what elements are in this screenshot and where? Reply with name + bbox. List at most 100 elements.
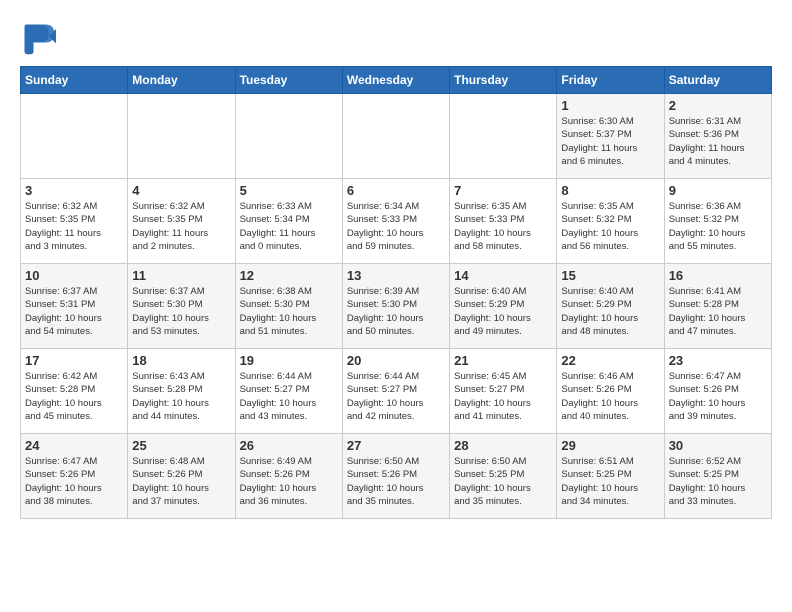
day-number: 14 — [454, 268, 552, 283]
calendar-cell — [128, 94, 235, 179]
weekday-header-thursday: Thursday — [450, 67, 557, 94]
calendar-cell — [235, 94, 342, 179]
day-info: Sunrise: 6:47 AM Sunset: 5:26 PM Dayligh… — [669, 370, 767, 423]
calendar-cell: 19 Sunrise: 6:44 AM Sunset: 5:27 PM Dayli… — [235, 349, 342, 434]
day-number: 25 — [132, 438, 230, 453]
day-info: Sunrise: 6:48 AM Sunset: 5:26 PM Dayligh… — [132, 455, 230, 508]
day-number: 8 — [561, 183, 659, 198]
day-info: Sunrise: 6:50 AM Sunset: 5:25 PM Dayligh… — [454, 455, 552, 508]
calendar-cell: 18Sunrise: 6:43 AM Sunset: 5:28 PM Dayli… — [128, 349, 235, 434]
calendar-cell: 7 Sunrise: 6:35 AM Sunset: 5:33 PM Daylig… — [450, 179, 557, 264]
calendar-cell: 29 Sunrise: 6:51 AM Sunset: 5:25 PM Dayli… — [557, 434, 664, 519]
day-info: Sunrise: 6:39 AM Sunset: 5:30 PM Dayligh… — [347, 285, 445, 338]
calendar-cell: 25 Sunrise: 6:48 AM Sunset: 5:26 PM Dayli… — [128, 434, 235, 519]
day-info: Sunrise: 6:47 AM Sunset: 5:26 PM Dayligh… — [25, 455, 123, 508]
calendar-cell: 30 Sunrise: 6:52 AM Sunset: 5:25 PM Dayli… — [664, 434, 771, 519]
day-info: Sunrise: 6:37 AM Sunset: 5:30 PM Dayligh… — [132, 285, 230, 338]
calendar-cell: 20 Sunrise: 6:44 AM Sunset: 5:27 PM Dayli… — [342, 349, 449, 434]
day-number: 1 — [561, 98, 659, 113]
day-info: Sunrise: 6:38 AM Sunset: 5:30 PM Dayligh… — [240, 285, 338, 338]
weekday-header-saturday: Saturday — [664, 67, 771, 94]
day-info: Sunrise: 6:30 AM Sunset: 5:37 PM Dayligh… — [561, 115, 659, 168]
day-number: 13 — [347, 268, 445, 283]
calendar-cell: 13 Sunrise: 6:39 AM Sunset: 5:30 PM Dayli… — [342, 264, 449, 349]
day-info: Sunrise: 6:31 AM Sunset: 5:36 PM Dayligh… — [669, 115, 767, 168]
weekday-header-monday: Monday — [128, 67, 235, 94]
day-info: Sunrise: 6:32 AM Sunset: 5:35 PM Dayligh… — [132, 200, 230, 253]
day-number: 10 — [25, 268, 123, 283]
calendar-cell: 8Sunrise: 6:35 AM Sunset: 5:32 PM Daylig… — [557, 179, 664, 264]
calendar-cell: 28 Sunrise: 6:50 AM Sunset: 5:25 PM Dayli… — [450, 434, 557, 519]
calendar-cell: 14 Sunrise: 6:40 AM Sunset: 5:29 PM Dayli… — [450, 264, 557, 349]
day-number: 21 — [454, 353, 552, 368]
calendar-cell: 2 Sunrise: 6:31 AM Sunset: 5:36 PM Daylig… — [664, 94, 771, 179]
calendar-cell: 23 Sunrise: 6:47 AM Sunset: 5:26 PM Dayli… — [664, 349, 771, 434]
day-number: 29 — [561, 438, 659, 453]
day-info: Sunrise: 6:37 AM Sunset: 5:31 PM Dayligh… — [25, 285, 123, 338]
calendar-cell: 10 Sunrise: 6:37 AM Sunset: 5:31 PM Dayli… — [21, 264, 128, 349]
day-info: Sunrise: 6:44 AM Sunset: 5:27 PM Dayligh… — [347, 370, 445, 423]
day-number: 11 — [132, 268, 230, 283]
day-number: 19 — [240, 353, 338, 368]
calendar-week-row: 1 Sunrise: 6:30 AM Sunset: 5:37 PM Daylig… — [21, 94, 772, 179]
calendar-week-row: 17 Sunrise: 6:42 AM Sunset: 5:28 PM Dayli… — [21, 349, 772, 434]
day-info: Sunrise: 6:51 AM Sunset: 5:25 PM Dayligh… — [561, 455, 659, 508]
day-info: Sunrise: 6:42 AM Sunset: 5:28 PM Dayligh… — [25, 370, 123, 423]
day-number: 26 — [240, 438, 338, 453]
day-number: 17 — [25, 353, 123, 368]
day-info: Sunrise: 6:40 AM Sunset: 5:29 PM Dayligh… — [561, 285, 659, 338]
day-info: Sunrise: 6:46 AM Sunset: 5:26 PM Dayligh… — [561, 370, 659, 423]
calendar-cell: 11 Sunrise: 6:37 AM Sunset: 5:30 PM Dayli… — [128, 264, 235, 349]
day-number: 27 — [347, 438, 445, 453]
calendar-week-row: 10 Sunrise: 6:37 AM Sunset: 5:31 PM Dayli… — [21, 264, 772, 349]
day-info: Sunrise: 6:36 AM Sunset: 5:32 PM Dayligh… — [669, 200, 767, 253]
day-info: Sunrise: 6:35 AM Sunset: 5:33 PM Dayligh… — [454, 200, 552, 253]
calendar-cell — [450, 94, 557, 179]
page-header — [20, 20, 772, 56]
day-number: 23 — [669, 353, 767, 368]
calendar-cell: 1 Sunrise: 6:30 AM Sunset: 5:37 PM Daylig… — [557, 94, 664, 179]
day-info: Sunrise: 6:45 AM Sunset: 5:27 PM Dayligh… — [454, 370, 552, 423]
calendar-cell: 21 Sunrise: 6:45 AM Sunset: 5:27 PM Dayli… — [450, 349, 557, 434]
calendar-cell: 17 Sunrise: 6:42 AM Sunset: 5:28 PM Dayli… — [21, 349, 128, 434]
calendar-cell: 12 Sunrise: 6:38 AM Sunset: 5:30 PM Dayli… — [235, 264, 342, 349]
logo — [20, 20, 60, 56]
calendar-cell: 16Sunrise: 6:41 AM Sunset: 5:28 PM Dayli… — [664, 264, 771, 349]
calendar-table: SundayMondayTuesdayWednesdayThursdayFrid… — [20, 66, 772, 519]
calendar-cell: 24 Sunrise: 6:47 AM Sunset: 5:26 PM Dayli… — [21, 434, 128, 519]
day-number: 12 — [240, 268, 338, 283]
weekday-header-tuesday: Tuesday — [235, 67, 342, 94]
day-number: 5 — [240, 183, 338, 198]
day-info: Sunrise: 6:52 AM Sunset: 5:25 PM Dayligh… — [669, 455, 767, 508]
calendar-week-row: 3Sunrise: 6:32 AM Sunset: 5:35 PM Daylig… — [21, 179, 772, 264]
day-number: 7 — [454, 183, 552, 198]
day-number: 20 — [347, 353, 445, 368]
day-info: Sunrise: 6:40 AM Sunset: 5:29 PM Dayligh… — [454, 285, 552, 338]
day-number: 15 — [561, 268, 659, 283]
calendar-cell: 5 Sunrise: 6:33 AM Sunset: 5:34 PM Daylig… — [235, 179, 342, 264]
calendar-cell: 4Sunrise: 6:32 AM Sunset: 5:35 PM Daylig… — [128, 179, 235, 264]
calendar-cell: 22Sunrise: 6:46 AM Sunset: 5:26 PM Dayli… — [557, 349, 664, 434]
day-info: Sunrise: 6:44 AM Sunset: 5:27 PM Dayligh… — [240, 370, 338, 423]
calendar-cell: 3Sunrise: 6:32 AM Sunset: 5:35 PM Daylig… — [21, 179, 128, 264]
day-number: 6 — [347, 183, 445, 198]
day-info: Sunrise: 6:50 AM Sunset: 5:26 PM Dayligh… — [347, 455, 445, 508]
day-number: 2 — [669, 98, 767, 113]
day-info: Sunrise: 6:33 AM Sunset: 5:34 PM Dayligh… — [240, 200, 338, 253]
day-number: 18 — [132, 353, 230, 368]
day-number: 24 — [25, 438, 123, 453]
day-number: 30 — [669, 438, 767, 453]
weekday-header-wednesday: Wednesday — [342, 67, 449, 94]
calendar-cell — [342, 94, 449, 179]
calendar-week-row: 24 Sunrise: 6:47 AM Sunset: 5:26 PM Dayli… — [21, 434, 772, 519]
calendar-cell: 15 Sunrise: 6:40 AM Sunset: 5:29 PM Dayli… — [557, 264, 664, 349]
calendar-cell: 26Sunrise: 6:49 AM Sunset: 5:26 PM Dayli… — [235, 434, 342, 519]
day-info: Sunrise: 6:34 AM Sunset: 5:33 PM Dayligh… — [347, 200, 445, 253]
day-number: 28 — [454, 438, 552, 453]
day-info: Sunrise: 6:32 AM Sunset: 5:35 PM Dayligh… — [25, 200, 123, 253]
weekday-header-sunday: Sunday — [21, 67, 128, 94]
calendar-cell — [21, 94, 128, 179]
day-number: 9 — [669, 183, 767, 198]
calendar-cell: 27 Sunrise: 6:50 AM Sunset: 5:26 PM Dayli… — [342, 434, 449, 519]
logo-icon — [20, 20, 56, 56]
